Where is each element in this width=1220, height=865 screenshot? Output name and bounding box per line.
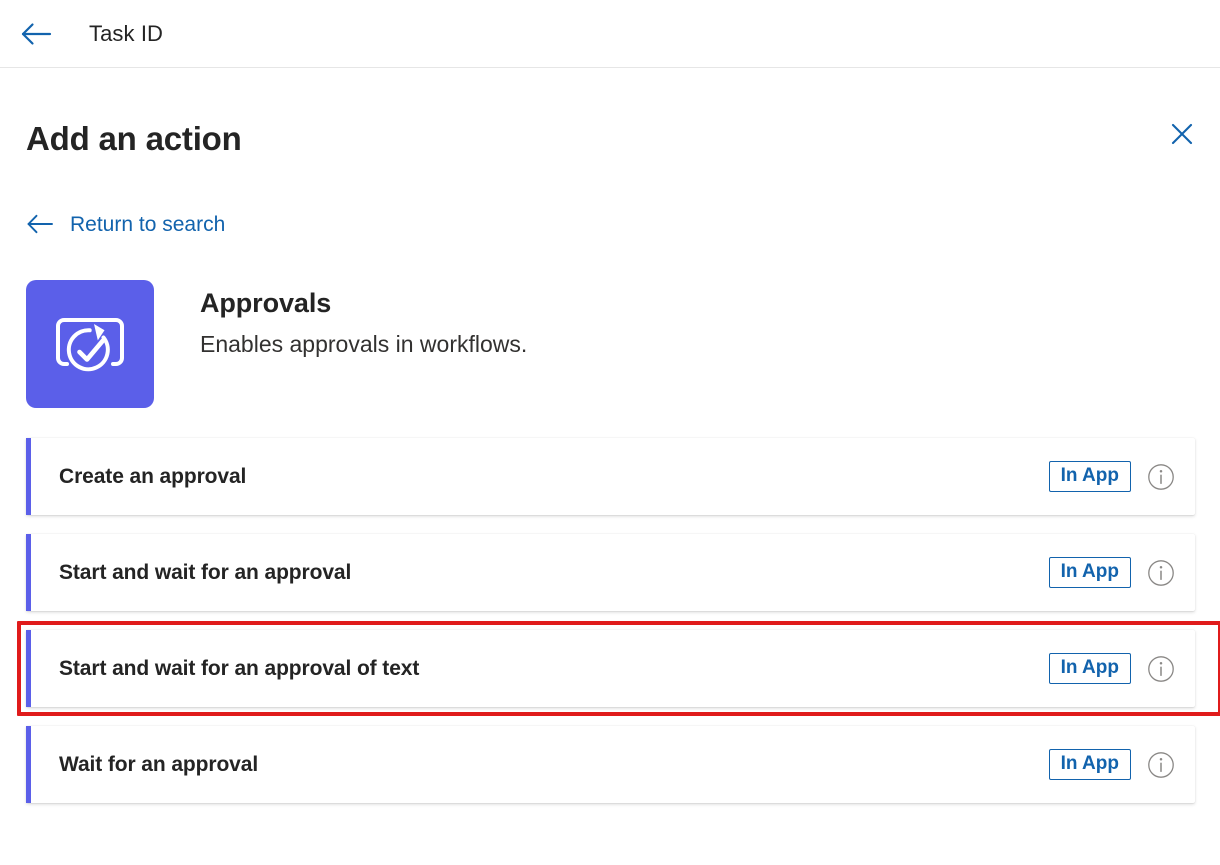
close-button[interactable]: [1162, 114, 1202, 154]
action-label: Create an approval: [59, 465, 247, 488]
action-row-meta: In App: [1048, 557, 1195, 588]
info-icon[interactable]: [1147, 463, 1175, 491]
status-badge: In App: [1048, 461, 1131, 492]
connector-description: Enables approvals in workflows.: [200, 330, 528, 357]
connector-header: Approvals Enables approvals in workflows…: [26, 280, 1194, 408]
status-badge: In App: [1048, 749, 1131, 780]
connector-name: Approvals: [200, 288, 332, 318]
back-button[interactable]: [14, 12, 58, 56]
action-label: Start and wait for an approval of text: [59, 657, 420, 680]
return-to-search-link[interactable]: Return to search: [26, 213, 225, 235]
action-label: Start and wait for an approval: [59, 561, 352, 584]
action-row-meta: In App: [1048, 653, 1195, 684]
action-row[interactable]: Create an approval In App: [26, 438, 1195, 515]
action-row-meta: In App: [1048, 461, 1195, 492]
arrow-left-icon: [19, 21, 53, 47]
page-title: Task ID: [89, 20, 164, 46]
panel-title: Add an action: [26, 120, 242, 157]
approvals-icon: [26, 280, 154, 408]
info-icon[interactable]: [1147, 655, 1175, 683]
arrow-left-icon: [26, 213, 54, 235]
connector-text: Approvals Enables approvals in workflows…: [200, 280, 527, 357]
panel-header: Add an action: [26, 68, 1194, 155]
action-row[interactable]: Start and wait for an approval of text In…: [26, 630, 1195, 707]
info-icon[interactable]: [1147, 751, 1175, 779]
add-action-panel: Add an action Return to search Approvals…: [0, 68, 1220, 803]
action-row[interactable]: Wait for an approval In App: [26, 726, 1195, 803]
action-list: Create an approval In App Start and wait f…: [26, 438, 1195, 803]
action-row-meta: In App: [1048, 749, 1195, 780]
action-label: Wait for an approval: [59, 753, 259, 776]
return-to-search-label: Return to search: [70, 212, 226, 236]
top-app-bar: Task ID: [0, 0, 1220, 68]
status-badge: In App: [1048, 557, 1131, 588]
status-badge: In App: [1048, 653, 1131, 684]
info-icon[interactable]: [1147, 559, 1175, 587]
action-row[interactable]: Start and wait for an approval In App: [26, 534, 1195, 611]
close-icon: [1168, 120, 1196, 148]
